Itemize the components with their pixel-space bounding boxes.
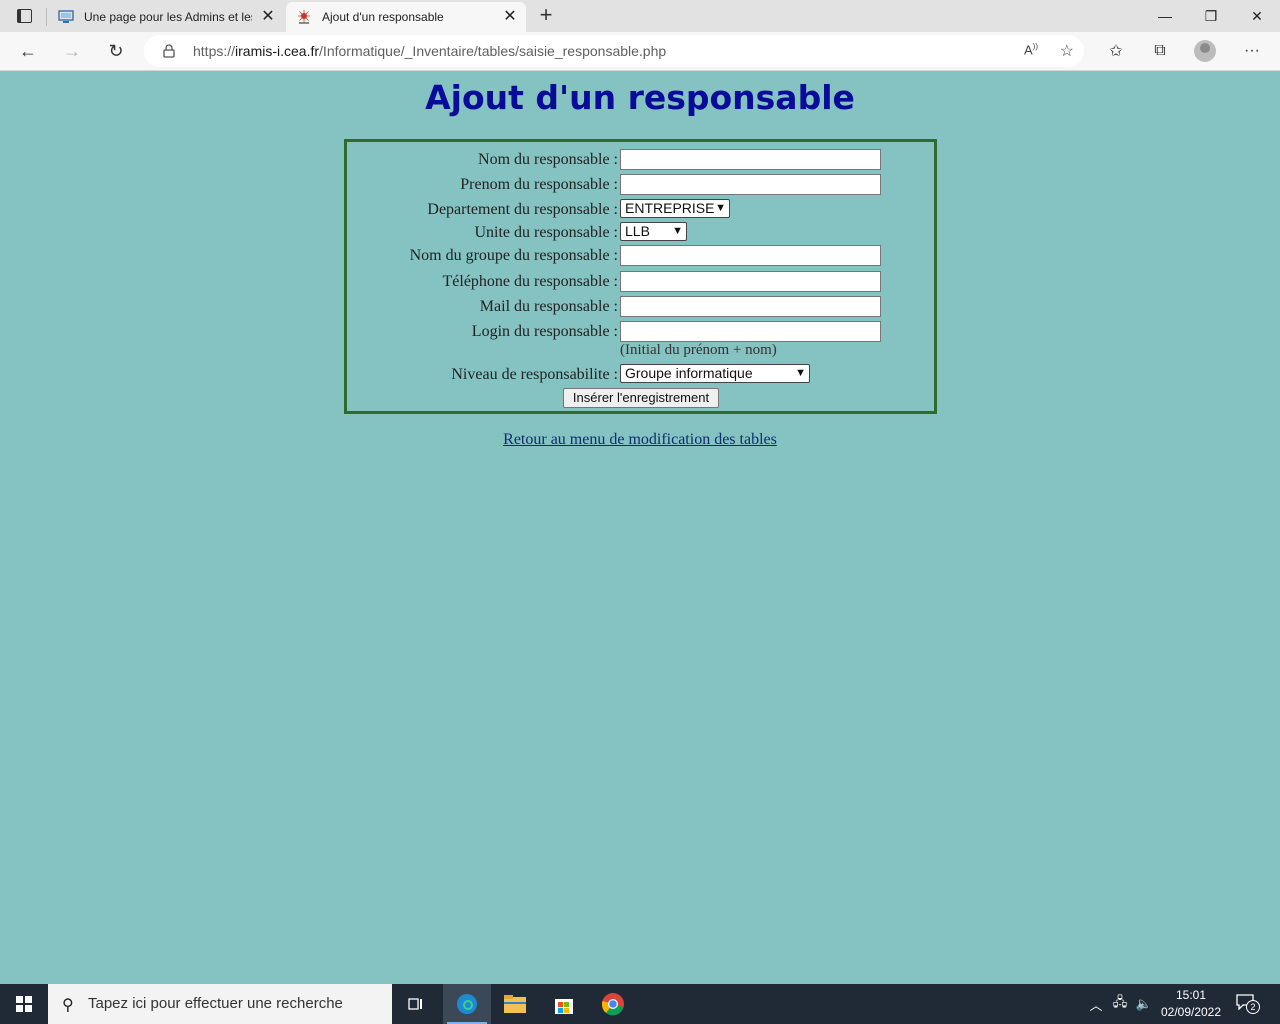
new-tab-icon[interactable]: + (534, 4, 558, 28)
row-mail: Mail du responsable : (347, 296, 934, 318)
volume-icon[interactable]: 🔈 (1134, 984, 1154, 1024)
nom-input[interactable] (620, 149, 881, 170)
cea-logo-icon (298, 10, 310, 24)
unite-value: LLB (625, 223, 650, 239)
minimize-icon[interactable]: — (1142, 0, 1188, 32)
browser-toolbar: ← → ↻ https://iramis-i.cea.fr/Informatiq… (0, 32, 1280, 71)
chrome-icon[interactable] (589, 984, 637, 1024)
departement-select[interactable]: ENTREPRISE ▼ (620, 199, 730, 218)
notifications-icon[interactable]: 2 (1236, 994, 1260, 1014)
tab-actions-icon[interactable] (8, 4, 40, 28)
close-window-icon[interactable]: ✕ (1234, 0, 1280, 32)
url-scheme: https:// (193, 43, 236, 59)
file-explorer-icon[interactable] (491, 984, 539, 1024)
tab-admins[interactable]: Une page pour les Admins et les ✕ (48, 2, 284, 32)
telephone-input[interactable] (620, 271, 881, 292)
refresh-icon[interactable]: ↻ (102, 37, 130, 65)
chevron-down-icon: ▼ (715, 202, 726, 214)
login-label: Login du responsable : (471, 323, 618, 340)
more-options-icon[interactable]: ··· (1238, 37, 1266, 65)
row-unite: Unite du responsable : LLB ▼ (347, 222, 934, 244)
lock-icon[interactable] (162, 44, 176, 58)
collections-icon[interactable]: ⧉ (1146, 37, 1174, 65)
chevron-down-icon: ▼ (672, 225, 683, 237)
profile-avatar[interactable] (1194, 40, 1216, 62)
windows-logo-icon (16, 996, 32, 1012)
telephone-label: Téléphone du responsable : (442, 273, 619, 290)
url-host: iramis-i.cea.fr (235, 43, 320, 59)
row-departement: Departement du responsable : ENTREPRISE … (347, 199, 934, 221)
search-placeholder: Tapez ici pour effectuer une recherche (88, 995, 343, 1012)
url-path: /Informatique/_Inventaire/tables/saisie_… (319, 43, 667, 59)
unite-select[interactable]: LLB ▼ (620, 222, 687, 241)
store-icon[interactable] (540, 984, 588, 1024)
niveau-value: Groupe informatique (625, 365, 753, 381)
taskbar-search[interactable]: ⚲ Tapez ici pour effectuer une recherche (48, 984, 392, 1024)
network-icon[interactable]: 🖧 (1110, 984, 1130, 1024)
unite-label: Unite du responsable : (474, 224, 618, 241)
address-bar[interactable]: https://iramis-i.cea.fr/Informatique/_In… (144, 35, 1084, 67)
tab-ajout-responsable[interactable]: Ajout d'un responsable ✕ (286, 2, 526, 32)
groupe-input[interactable] (620, 245, 881, 266)
add-favorite-icon[interactable]: ☆ (1060, 41, 1074, 61)
departement-value: ENTREPRISE (625, 200, 715, 216)
back-to-menu-link[interactable]: Retour au menu de modification des table… (503, 431, 777, 448)
monitor-icon (58, 10, 74, 23)
clock-time: 15:01 (1175, 988, 1207, 1002)
prenom-label: Prenom du responsable : (460, 176, 618, 193)
login-input[interactable] (620, 321, 881, 342)
login-hint: (Initial du prénom + nom) (620, 342, 777, 358)
browser-tab-bar: Une page pour les Admins et les ✕ Ajout … (0, 0, 1280, 32)
tab-separator (46, 8, 47, 26)
favorites-icon[interactable]: ✩ (1102, 37, 1130, 65)
tab-title: Ajout d'un responsable (322, 10, 444, 24)
mail-input[interactable] (620, 296, 881, 317)
row-prenom: Prenom du responsable : (347, 174, 934, 196)
row-nom: Nom du responsable : (347, 149, 934, 171)
taskbar: ⚲ Tapez ici pour effectuer une recherche… (0, 984, 1280, 1024)
nom-label: Nom du responsable : (478, 151, 618, 168)
forward-arrow-icon[interactable]: → (58, 37, 86, 65)
start-button[interactable] (0, 984, 48, 1024)
tab-title: Une page pour les Admins et les (84, 10, 252, 24)
mail-label: Mail du responsable : (479, 298, 618, 315)
responsable-form: Nom du responsable : Prenom du responsab… (344, 139, 937, 414)
groupe-label: Nom du groupe du responsable : (409, 247, 618, 264)
niveau-select[interactable]: Groupe informatique ▼ (620, 364, 810, 383)
notification-count: 2 (1246, 1000, 1260, 1014)
row-login: Login du responsable : (347, 321, 934, 343)
clock-date: 02/09/2022 (1160, 1005, 1222, 1019)
chevron-down-icon: ▼ (795, 367, 806, 379)
close-tab-icon[interactable]: ✕ (260, 9, 276, 25)
task-view-icon[interactable] (392, 984, 440, 1024)
row-groupe: Nom du groupe du responsable : (347, 245, 934, 267)
clock[interactable]: 15:01 02/09/2022 (1156, 987, 1226, 1021)
close-tab-icon[interactable]: ✕ (502, 9, 518, 25)
niveau-label: Niveau de responsabilite : (451, 366, 618, 383)
window-controls: — ❐ ✕ (1142, 0, 1280, 32)
departement-label: Departement du responsable : (427, 201, 618, 218)
restore-icon[interactable]: ❐ (1188, 0, 1234, 32)
row-niveau: Niveau de responsabilite : Groupe inform… (347, 364, 934, 386)
page-title: Ajout d'un responsable (425, 78, 855, 117)
show-hidden-icons[interactable]: ︿ (1088, 984, 1104, 1024)
submit-button[interactable]: Insérer l'enregistrement (563, 388, 719, 408)
url-text[interactable]: https://iramis-i.cea.fr/Informatique/_In… (193, 43, 666, 59)
prenom-input[interactable] (620, 174, 881, 195)
back-arrow-icon[interactable]: ← (14, 37, 42, 65)
edge-icon[interactable] (443, 984, 491, 1024)
row-telephone: Téléphone du responsable : (347, 271, 934, 293)
search-icon: ⚲ (62, 997, 74, 1014)
page-content: Ajout d'un responsable Nom du responsabl… (0, 71, 1280, 984)
back-link-container: Retour au menu de modification des table… (0, 431, 1280, 449)
read-aloud-icon[interactable]: A)) (1024, 42, 1038, 57)
